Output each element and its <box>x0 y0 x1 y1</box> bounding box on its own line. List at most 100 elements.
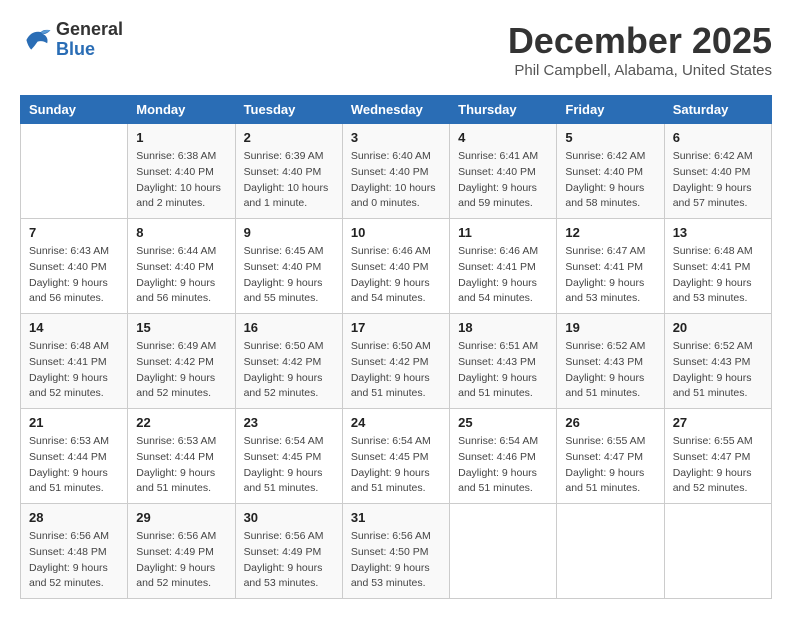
header-tuesday: Tuesday <box>235 96 342 124</box>
day-info: Sunrise: 6:47 AMSunset: 4:41 PMDaylight:… <box>565 244 655 307</box>
calendar-cell: 6 Sunrise: 6:42 AMSunset: 4:40 PMDayligh… <box>664 124 771 219</box>
calendar-cell: 25 Sunrise: 6:54 AMSunset: 4:46 PMDaylig… <box>450 409 557 504</box>
day-info: Sunrise: 6:49 AMSunset: 4:42 PMDaylight:… <box>136 339 226 402</box>
calendar-cell: 11 Sunrise: 6:46 AMSunset: 4:41 PMDaylig… <box>450 219 557 314</box>
calendar-cell: 30 Sunrise: 6:56 AMSunset: 4:49 PMDaylig… <box>235 504 342 599</box>
day-number: 3 <box>351 130 441 145</box>
calendar-cell <box>21 124 128 219</box>
calendar-cell: 28 Sunrise: 6:56 AMSunset: 4:48 PMDaylig… <box>21 504 128 599</box>
day-number: 8 <box>136 225 226 240</box>
day-number: 18 <box>458 320 548 335</box>
header-monday: Monday <box>128 96 235 124</box>
title-block: December 2025 Phil Campbell, Alabama, Un… <box>508 20 772 79</box>
day-info: Sunrise: 6:48 AMSunset: 4:41 PMDaylight:… <box>29 339 119 402</box>
day-info: Sunrise: 6:54 AMSunset: 4:45 PMDaylight:… <box>351 434 441 497</box>
calendar-cell: 16 Sunrise: 6:50 AMSunset: 4:42 PMDaylig… <box>235 314 342 409</box>
calendar-cell: 12 Sunrise: 6:47 AMSunset: 4:41 PMDaylig… <box>557 219 664 314</box>
calendar-cell <box>450 504 557 599</box>
day-info: Sunrise: 6:53 AMSunset: 4:44 PMDaylight:… <box>136 434 226 497</box>
calendar-cell <box>557 504 664 599</box>
calendar-week-row: 21 Sunrise: 6:53 AMSunset: 4:44 PMDaylig… <box>21 409 772 504</box>
logo: General Blue <box>20 20 123 60</box>
day-number: 25 <box>458 415 548 430</box>
calendar-week-row: 28 Sunrise: 6:56 AMSunset: 4:48 PMDaylig… <box>21 504 772 599</box>
day-number: 29 <box>136 510 226 525</box>
day-info: Sunrise: 6:46 AMSunset: 4:41 PMDaylight:… <box>458 244 548 307</box>
calendar-cell: 4 Sunrise: 6:41 AMSunset: 4:40 PMDayligh… <box>450 124 557 219</box>
day-number: 17 <box>351 320 441 335</box>
page-header: General Blue December 2025 Phil Campbell… <box>20 20 772 79</box>
day-number: 23 <box>244 415 334 430</box>
calendar-cell: 2 Sunrise: 6:39 AMSunset: 4:40 PMDayligh… <box>235 124 342 219</box>
day-info: Sunrise: 6:41 AMSunset: 4:40 PMDaylight:… <box>458 149 548 212</box>
day-number: 14 <box>29 320 119 335</box>
day-info: Sunrise: 6:53 AMSunset: 4:44 PMDaylight:… <box>29 434 119 497</box>
calendar-cell: 7 Sunrise: 6:43 AMSunset: 4:40 PMDayligh… <box>21 219 128 314</box>
calendar-header-row: SundayMondayTuesdayWednesdayThursdayFrid… <box>21 96 772 124</box>
day-number: 24 <box>351 415 441 430</box>
day-info: Sunrise: 6:54 AMSunset: 4:45 PMDaylight:… <box>244 434 334 497</box>
day-info: Sunrise: 6:50 AMSunset: 4:42 PMDaylight:… <box>351 339 441 402</box>
header-saturday: Saturday <box>664 96 771 124</box>
calendar-cell: 31 Sunrise: 6:56 AMSunset: 4:50 PMDaylig… <box>342 504 449 599</box>
day-info: Sunrise: 6:42 AMSunset: 4:40 PMDaylight:… <box>673 149 763 212</box>
day-info: Sunrise: 6:54 AMSunset: 4:46 PMDaylight:… <box>458 434 548 497</box>
day-number: 6 <box>673 130 763 145</box>
day-info: Sunrise: 6:52 AMSunset: 4:43 PMDaylight:… <box>673 339 763 402</box>
day-info: Sunrise: 6:50 AMSunset: 4:42 PMDaylight:… <box>244 339 334 402</box>
header-sunday: Sunday <box>21 96 128 124</box>
day-number: 11 <box>458 225 548 240</box>
calendar-cell: 19 Sunrise: 6:52 AMSunset: 4:43 PMDaylig… <box>557 314 664 409</box>
day-info: Sunrise: 6:56 AMSunset: 4:49 PMDaylight:… <box>244 529 334 592</box>
day-number: 22 <box>136 415 226 430</box>
calendar-cell: 27 Sunrise: 6:55 AMSunset: 4:47 PMDaylig… <box>664 409 771 504</box>
day-info: Sunrise: 6:44 AMSunset: 4:40 PMDaylight:… <box>136 244 226 307</box>
calendar-cell: 8 Sunrise: 6:44 AMSunset: 4:40 PMDayligh… <box>128 219 235 314</box>
day-info: Sunrise: 6:43 AMSunset: 4:40 PMDaylight:… <box>29 244 119 307</box>
day-info: Sunrise: 6:40 AMSunset: 4:40 PMDaylight:… <box>351 149 441 212</box>
calendar-cell: 9 Sunrise: 6:45 AMSunset: 4:40 PMDayligh… <box>235 219 342 314</box>
calendar-cell: 24 Sunrise: 6:54 AMSunset: 4:45 PMDaylig… <box>342 409 449 504</box>
calendar-cell <box>664 504 771 599</box>
calendar-cell: 10 Sunrise: 6:46 AMSunset: 4:40 PMDaylig… <box>342 219 449 314</box>
day-info: Sunrise: 6:42 AMSunset: 4:40 PMDaylight:… <box>565 149 655 212</box>
day-number: 15 <box>136 320 226 335</box>
calendar-week-row: 7 Sunrise: 6:43 AMSunset: 4:40 PMDayligh… <box>21 219 772 314</box>
day-number: 20 <box>673 320 763 335</box>
month-title: December 2025 <box>508 20 772 62</box>
day-number: 4 <box>458 130 548 145</box>
day-number: 9 <box>244 225 334 240</box>
calendar-cell: 14 Sunrise: 6:48 AMSunset: 4:41 PMDaylig… <box>21 314 128 409</box>
day-info: Sunrise: 6:56 AMSunset: 4:49 PMDaylight:… <box>136 529 226 592</box>
day-number: 1 <box>136 130 226 145</box>
day-number: 19 <box>565 320 655 335</box>
day-number: 27 <box>673 415 763 430</box>
logo-text: General Blue <box>56 20 123 60</box>
day-number: 31 <box>351 510 441 525</box>
logo-bird-icon <box>20 24 52 56</box>
calendar-week-row: 14 Sunrise: 6:48 AMSunset: 4:41 PMDaylig… <box>21 314 772 409</box>
calendar-cell: 13 Sunrise: 6:48 AMSunset: 4:41 PMDaylig… <box>664 219 771 314</box>
header-friday: Friday <box>557 96 664 124</box>
day-number: 2 <box>244 130 334 145</box>
calendar-cell: 22 Sunrise: 6:53 AMSunset: 4:44 PMDaylig… <box>128 409 235 504</box>
calendar-cell: 23 Sunrise: 6:54 AMSunset: 4:45 PMDaylig… <box>235 409 342 504</box>
calendar-cell: 18 Sunrise: 6:51 AMSunset: 4:43 PMDaylig… <box>450 314 557 409</box>
calendar-cell: 3 Sunrise: 6:40 AMSunset: 4:40 PMDayligh… <box>342 124 449 219</box>
header-thursday: Thursday <box>450 96 557 124</box>
day-number: 16 <box>244 320 334 335</box>
day-info: Sunrise: 6:48 AMSunset: 4:41 PMDaylight:… <box>673 244 763 307</box>
calendar-table: SundayMondayTuesdayWednesdayThursdayFrid… <box>20 95 772 599</box>
day-info: Sunrise: 6:56 AMSunset: 4:48 PMDaylight:… <box>29 529 119 592</box>
day-number: 13 <box>673 225 763 240</box>
calendar-cell: 29 Sunrise: 6:56 AMSunset: 4:49 PMDaylig… <box>128 504 235 599</box>
day-info: Sunrise: 6:45 AMSunset: 4:40 PMDaylight:… <box>244 244 334 307</box>
day-number: 12 <box>565 225 655 240</box>
calendar-cell: 15 Sunrise: 6:49 AMSunset: 4:42 PMDaylig… <box>128 314 235 409</box>
day-info: Sunrise: 6:46 AMSunset: 4:40 PMDaylight:… <box>351 244 441 307</box>
day-number: 30 <box>244 510 334 525</box>
location-subtitle: Phil Campbell, Alabama, United States <box>508 62 772 79</box>
day-info: Sunrise: 6:51 AMSunset: 4:43 PMDaylight:… <box>458 339 548 402</box>
day-number: 26 <box>565 415 655 430</box>
day-info: Sunrise: 6:52 AMSunset: 4:43 PMDaylight:… <box>565 339 655 402</box>
